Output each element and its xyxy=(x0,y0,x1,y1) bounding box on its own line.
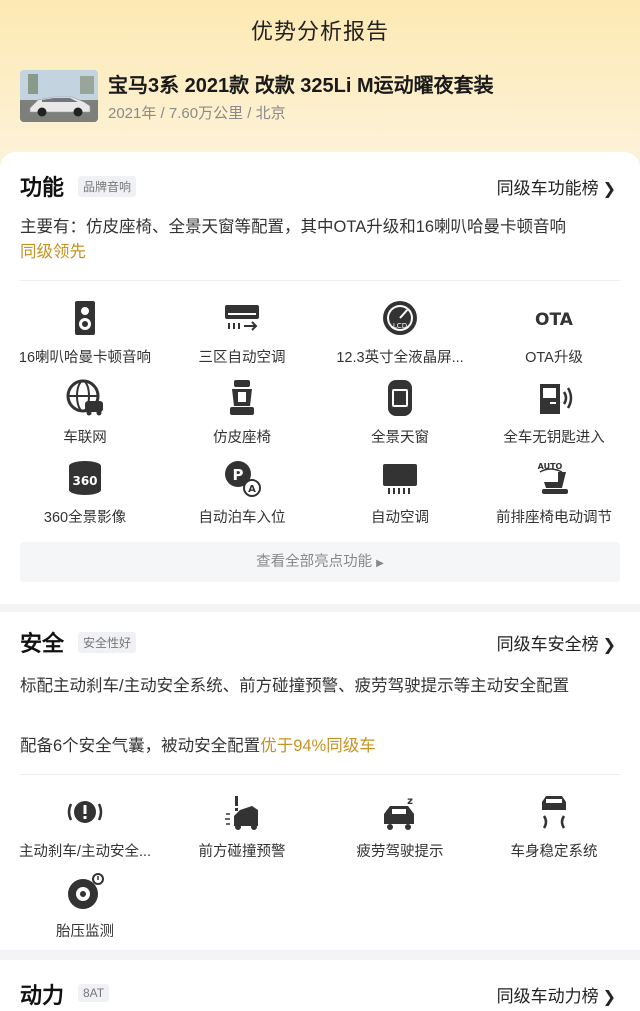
feature-item[interactable]: 仿皮座椅 xyxy=(162,378,322,447)
feature-label: 360全景影像 xyxy=(43,510,127,526)
safety-desc-highlight: 优于94%同级车 xyxy=(260,737,376,755)
safety-label: 车身稳定系统 xyxy=(510,844,598,860)
divider xyxy=(20,774,620,775)
feature-item[interactable]: 全车无钥匙进入 xyxy=(474,378,634,447)
function-rank-label: 同级车功能榜 xyxy=(496,179,599,198)
lcd-gauge-icon: LCD xyxy=(383,301,417,335)
power-card: 动力 8AT 同级车动力榜 ❯ xyxy=(0,960,640,1011)
feature-label: 车联网 xyxy=(63,430,107,446)
auto-ac-icon xyxy=(383,464,417,494)
svg-text:LCD: LCD xyxy=(393,322,407,330)
fatigue-icon: z xyxy=(384,796,414,830)
feature-label: 仿皮座椅 xyxy=(213,430,271,446)
safety-item[interactable]: 车身稳定系统 xyxy=(474,792,634,861)
chevron-right-icon: ❯ xyxy=(602,989,616,1006)
car-thumbnail[interactable] xyxy=(20,70,98,122)
car-title: 宝马3系 2021款 改款 325Li M运动曜夜套装 xyxy=(108,75,494,97)
svg-text:P: P xyxy=(233,466,244,484)
feature-label: 三区自动空调 xyxy=(198,350,286,366)
feature-item[interactable]: 全景天窗 xyxy=(320,378,480,447)
feature-label: 前排座椅电动调节 xyxy=(496,510,612,526)
safety-tag: 安全性好 xyxy=(78,632,137,653)
safety-label: 主动刹车/主动安全... xyxy=(18,844,152,860)
sunroof-icon xyxy=(388,380,412,416)
brake-warning-icon xyxy=(67,801,103,823)
car-meta: 2021年 / 7.60万公里 / 北京 xyxy=(108,105,286,122)
safety-item[interactable]: 胎压监测 xyxy=(5,872,165,941)
feature-label: OTA升级 xyxy=(525,350,583,366)
feature-item[interactable]: 16喇叭哈曼卡顿音响 xyxy=(5,298,165,367)
function-title: 功能 xyxy=(20,175,65,200)
page-title: 优势分析报告 xyxy=(250,19,389,44)
stability-icon xyxy=(542,796,566,829)
auto-parking-icon: P A xyxy=(225,461,261,497)
globe-car-icon xyxy=(66,379,103,416)
feature-item[interactable]: 车联网 xyxy=(5,378,165,447)
speaker-icon xyxy=(75,301,95,335)
safety-item[interactable]: 前方碰撞预警 xyxy=(162,792,322,861)
safety-title: 安全 xyxy=(20,631,65,656)
function-rank-link[interactable]: 同级车功能榜 ❯ xyxy=(497,174,616,199)
power-rank-label: 同级车动力榜 xyxy=(496,987,599,1006)
tire-pressure-icon xyxy=(68,873,104,909)
function-desc-highlight: 同级领先 xyxy=(20,243,86,261)
keyless-door-icon xyxy=(540,384,573,414)
function-desc-main: 主要有：仿皮座椅、全景天窗等配置，其中OTA升级和16喇叭哈曼卡顿音响 xyxy=(20,218,567,236)
function-tag: 品牌音响 xyxy=(78,176,137,197)
safety-item[interactable]: 主动刹车/主动安全... xyxy=(5,792,165,861)
safety-rank-link[interactable]: 同级车安全榜 ❯ xyxy=(497,630,616,655)
chevron-right-icon: ❯ xyxy=(602,637,616,654)
svg-text:z: z xyxy=(407,796,413,807)
power-tag: 8AT xyxy=(78,984,110,1002)
camera-360-icon: 360 xyxy=(69,461,101,495)
safety-description-1: 标配主动刹车/主动安全系统、前方碰撞预警、疲劳驾驶提示等主动安全配置 xyxy=(20,677,570,695)
safety-label: 疲劳驾驶提示 xyxy=(356,844,444,860)
safety-label: 胎压监测 xyxy=(56,924,114,940)
power-rank-link[interactable]: 同级车动力榜 ❯ xyxy=(497,982,616,1007)
feature-label: 全景天窗 xyxy=(371,430,429,446)
safety-card: 安全 安全性好 同级车安全榜 ❯ 标配主动刹车/主动安全系统、前方碰撞预警、疲劳驾… xyxy=(0,612,640,950)
chevron-right-icon: ❯ xyxy=(602,181,616,198)
air-conditioner-icon xyxy=(225,305,259,331)
svg-text:OTA: OTA xyxy=(535,310,574,330)
power-title: 动力 xyxy=(20,983,65,1008)
safety-label: 前方碰撞预警 xyxy=(198,844,286,860)
safety-item[interactable]: z 疲劳驾驶提示 xyxy=(320,792,480,861)
safety-desc-main: 配备6个安全气囊，被动安全配置 xyxy=(20,737,261,755)
feature-item[interactable]: AUTO 前排座椅电动调节 xyxy=(474,458,634,527)
feature-item[interactable]: LCD 12.3英寸全液晶屏... xyxy=(320,298,480,367)
function-description: 主要有：仿皮座椅、全景天窗等配置，其中OTA升级和16喇叭哈曼卡顿音响 同级领先 xyxy=(20,215,620,265)
collision-warning-icon xyxy=(225,796,258,830)
svg-text:A: A xyxy=(248,484,256,495)
triangle-right-icon: ▶ xyxy=(376,558,384,569)
safety-description-2: 配备6个安全气囊，被动安全配置优于94%同级车 xyxy=(20,734,620,759)
feature-item[interactable]: 三区自动空调 xyxy=(162,298,322,367)
view-all-features-button[interactable]: 查看全部亮点功能 ▶ xyxy=(20,542,620,582)
feature-label: 自动泊车入位 xyxy=(198,510,286,526)
feature-label: 自动空调 xyxy=(371,510,429,526)
feature-item[interactable]: 360 360全景影像 xyxy=(5,458,165,527)
svg-text:360: 360 xyxy=(72,474,97,488)
seat-auto-icon: AUTO xyxy=(538,462,568,494)
view-all-label: 查看全部亮点功能 xyxy=(256,554,373,570)
feature-item[interactable]: 自动空调 xyxy=(320,458,480,527)
function-card: 功能 品牌音响 同级车功能榜 ❯ 主要有：仿皮座椅、全景天窗等配置，其中OTA升级… xyxy=(0,152,640,604)
feature-item[interactable]: P A 自动泊车入位 xyxy=(162,458,322,527)
feature-item[interactable]: OTA OTA升级 xyxy=(474,298,634,367)
seat-icon xyxy=(230,380,254,415)
divider xyxy=(20,280,620,281)
feature-label: 12.3英寸全液晶屏... xyxy=(336,350,464,366)
feature-label: 16喇叭哈曼卡顿音响 xyxy=(18,350,152,366)
feature-label: 全车无钥匙进入 xyxy=(503,430,605,446)
ota-icon: OTA xyxy=(535,310,574,330)
safety-rank-label: 同级车安全榜 xyxy=(496,635,599,654)
